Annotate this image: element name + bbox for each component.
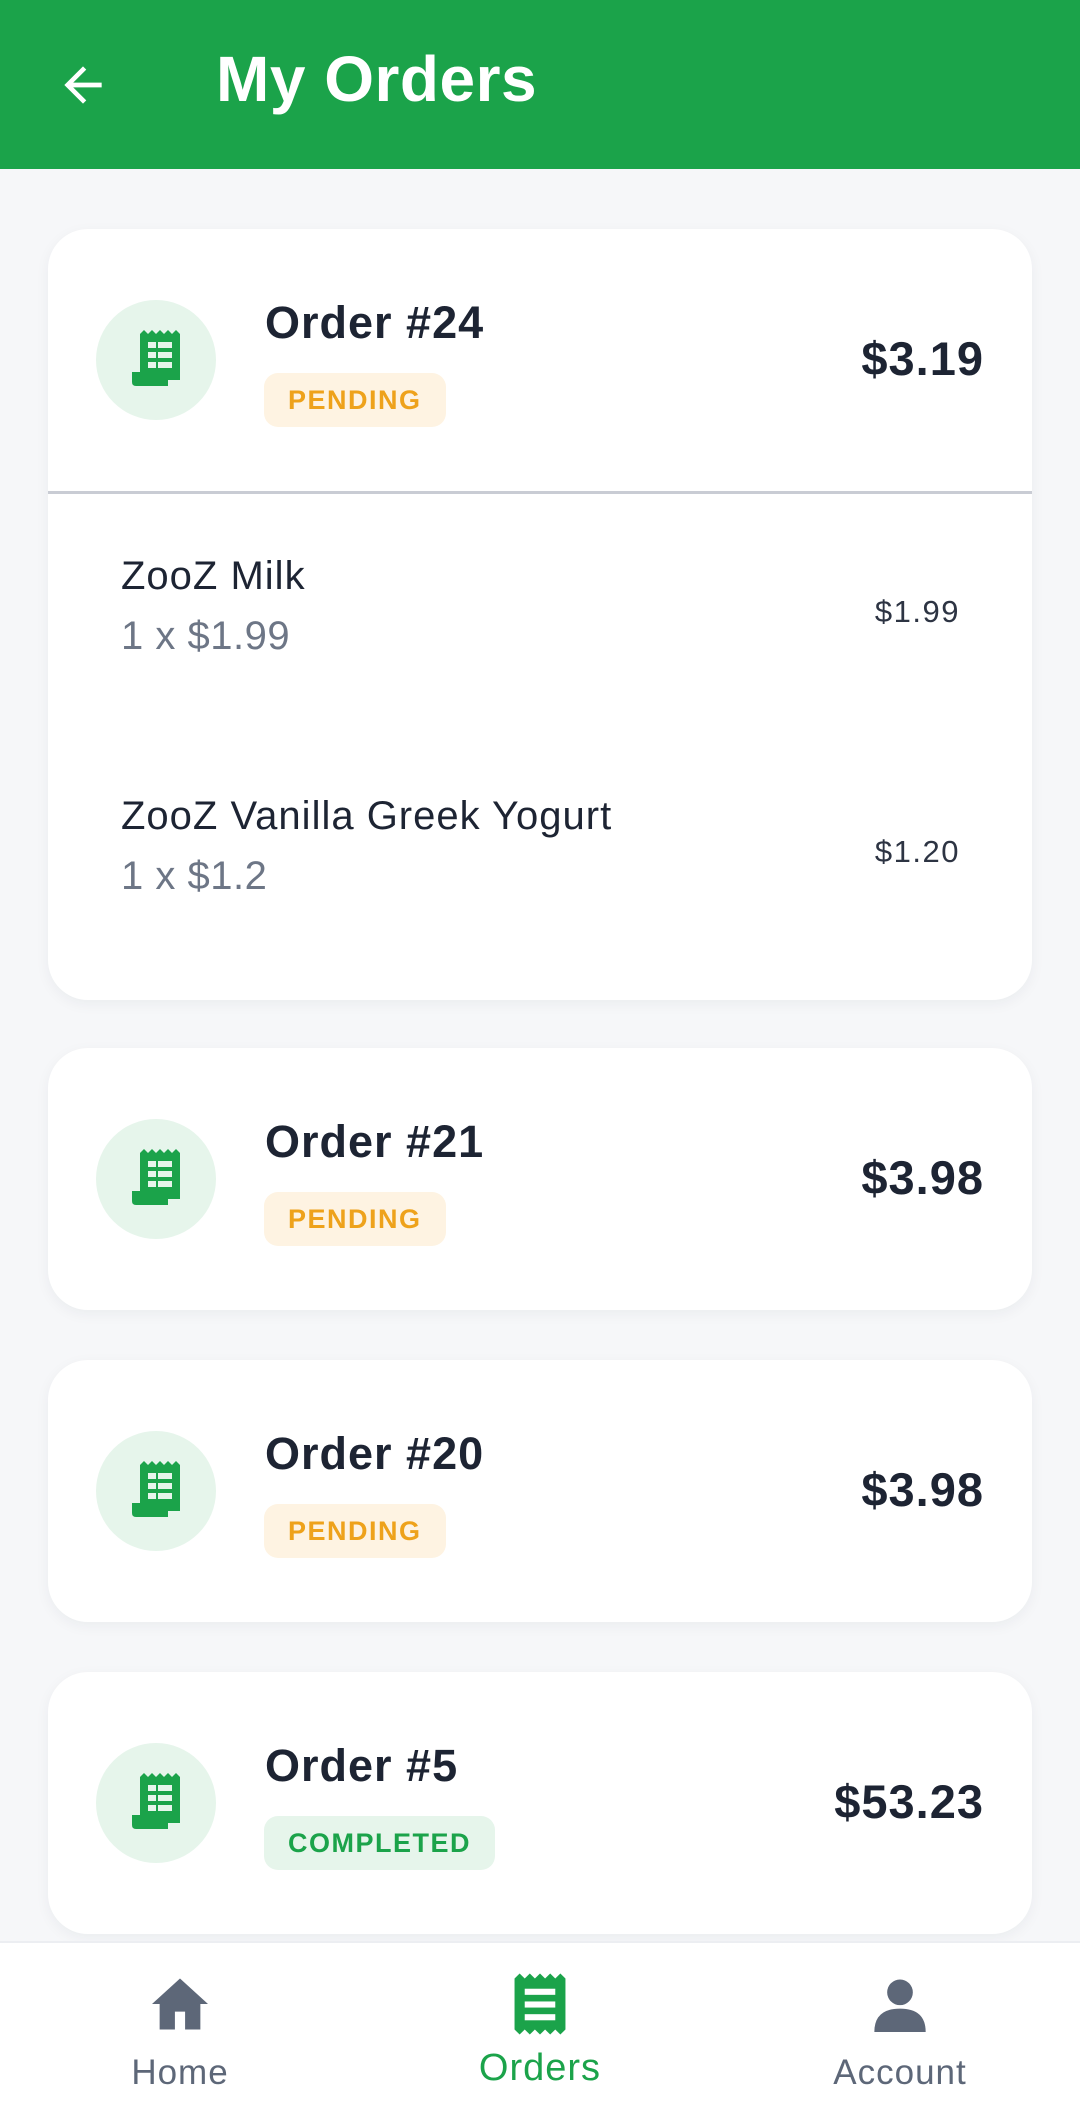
order-card[interactable]: Order #5 COMPLETED $53.23 (48, 1672, 1032, 1934)
nav-label-account: Account (833, 2053, 967, 2092)
home-icon (149, 1971, 211, 2037)
order-title: Order #5 (265, 1740, 459, 1791)
order-title: Order #24 (265, 297, 485, 348)
order-header[interactable]: Order #20 PENDING $3.98 (48, 1360, 1032, 1622)
page-title: My Orders (216, 43, 538, 115)
nav-label-orders: Orders (478, 2047, 602, 2089)
order-title: Order #21 (265, 1116, 485, 1167)
back-button[interactable] (48, 50, 118, 120)
order-total: $3.98 (861, 1151, 984, 1204)
order-title: Order #20 (265, 1428, 485, 1479)
order-total: $3.19 (861, 332, 984, 385)
order-header[interactable]: Order #21 PENDING $3.98 (48, 1048, 1032, 1310)
status-badge: PENDING (264, 1504, 446, 1558)
receipt-icon (132, 330, 180, 386)
item-quantity: 1 x $1.2 (121, 854, 268, 898)
item-name: ZooZ Vanilla Greek Yogurt (121, 794, 613, 838)
nav-item-orders[interactable]: Orders (410, 1943, 670, 2117)
app-bar: My Orders (0, 0, 1080, 169)
item-quantity: 1 x $1.99 (121, 614, 291, 658)
order-card[interactable]: Order #20 PENDING $3.98 (48, 1360, 1032, 1622)
order-header[interactable]: Order #24 PENDING $3.19 (48, 229, 1032, 491)
status-badge: COMPLETED (264, 1816, 496, 1870)
item-price: $1.99 (874, 594, 960, 629)
order-total: $3.98 (861, 1463, 984, 1516)
receipt-icon (132, 1773, 180, 1829)
order-line-item: ZooZ Milk 1 x $1.99 $1.99 (48, 494, 1032, 734)
status-badge: PENDING (264, 373, 446, 427)
order-card[interactable]: Order #21 PENDING $3.98 (48, 1048, 1032, 1310)
nav-item-account[interactable]: Account (770, 1943, 1030, 2117)
item-price: $1.20 (874, 834, 960, 869)
receipt-icon (132, 1461, 180, 1517)
person-icon (872, 1971, 928, 2037)
bottom-navigation: Home Orders Account (0, 1941, 1080, 2117)
status-badge: PENDING (264, 1192, 446, 1246)
receipt-icon-container (96, 300, 216, 420)
nav-item-home[interactable]: Home (50, 1943, 310, 2117)
order-total: $53.23 (834, 1775, 984, 1828)
receipt-icon-container (96, 1119, 216, 1239)
order-card[interactable]: Order #24 PENDING $3.19 ZooZ Milk 1 x $1… (48, 229, 1032, 1000)
receipt-icon (132, 1149, 180, 1205)
receipt-icon (512, 1971, 568, 2037)
arrow-left-icon (64, 66, 102, 104)
receipt-icon-container (96, 1743, 216, 1863)
receipt-icon-container (96, 1431, 216, 1551)
item-name: ZooZ Milk (121, 554, 306, 598)
order-line-item: ZooZ Vanilla Greek Yogurt 1 x $1.2 $1.20 (48, 734, 1032, 974)
nav-label-home: Home (131, 2053, 229, 2092)
order-header[interactable]: Order #5 COMPLETED $53.23 (48, 1672, 1032, 1934)
